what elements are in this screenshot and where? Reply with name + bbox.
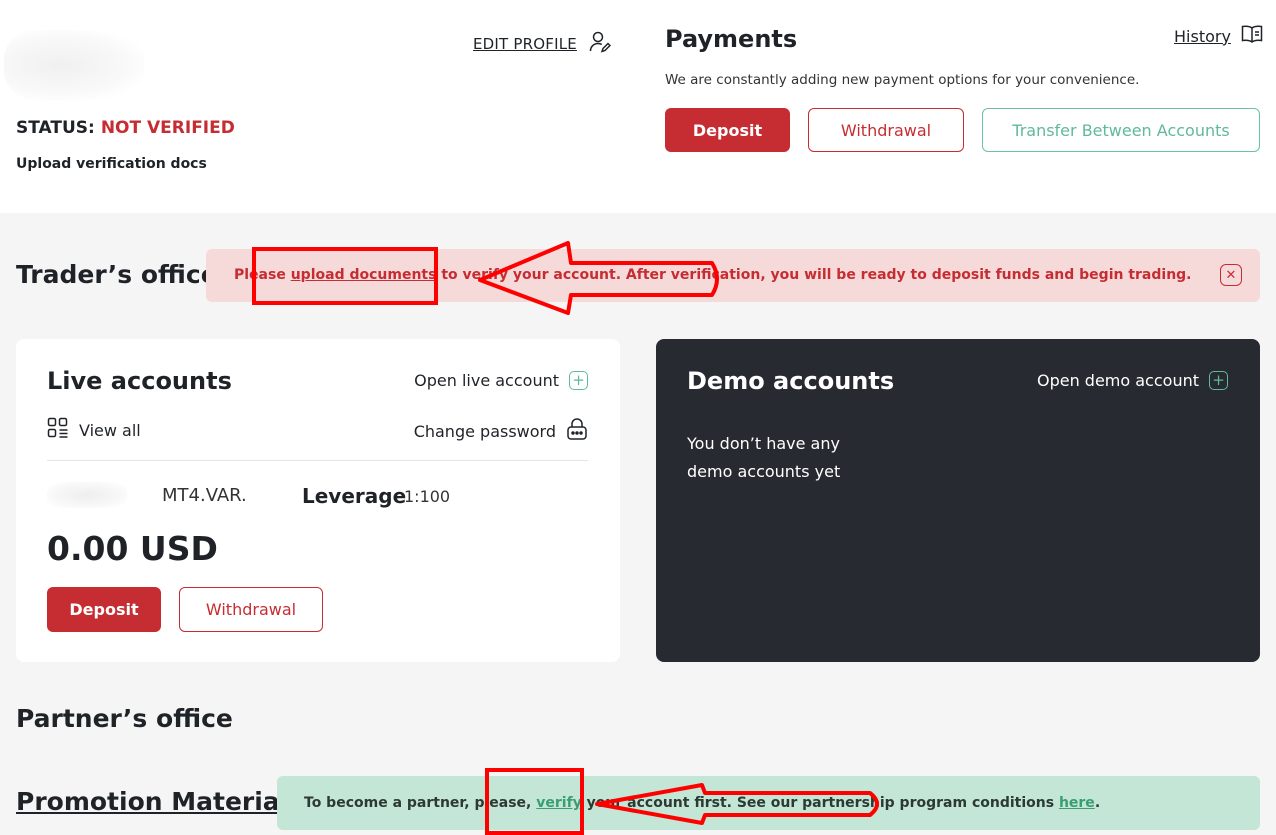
- partners-office-title: Partner’s office: [16, 704, 233, 733]
- partner-notice-text: To become a partner, please, verify your…: [304, 795, 1100, 811]
- payments-title: Payments: [665, 25, 798, 53]
- demo-empty-message: You don’t have any demo accounts yet: [687, 434, 841, 481]
- open-live-account-label[interactable]: Open live account: [414, 371, 559, 390]
- demo-accounts-card: Demo accounts Open demo account + You do…: [656, 339, 1260, 662]
- alert-text-post: to verify your account. After verificati…: [436, 267, 1192, 283]
- change-password-link[interactable]: Change password: [414, 417, 588, 445]
- view-all-link[interactable]: View all: [47, 417, 141, 443]
- open-live-account-link[interactable]: Open live account +: [414, 371, 588, 390]
- verification-status: STATUS: NOT VERIFIED: [16, 118, 235, 138]
- close-icon[interactable]: ✕: [1220, 264, 1242, 286]
- book-icon[interactable]: [1241, 24, 1263, 48]
- alert-text: Please upload documents to verify your a…: [234, 267, 1192, 283]
- payments-deposit-button[interactable]: Deposit: [665, 108, 790, 152]
- demo-accounts-title: Demo accounts: [687, 367, 895, 395]
- upload-verification-docs-link[interactable]: Upload verification docs: [16, 156, 207, 172]
- upload-documents-link[interactable]: upload documents: [291, 267, 437, 283]
- edit-profile-link[interactable]: EDIT PROFILE: [473, 30, 612, 58]
- promotion-materials-link[interactable]: Promotion Materials: [16, 787, 303, 816]
- notice-pre: To become a partner, please,: [304, 795, 537, 811]
- traders-office-title: Trader’s office: [16, 260, 218, 289]
- account-number-blurred: [47, 482, 127, 508]
- grid-icon[interactable]: [47, 417, 69, 443]
- verify-link[interactable]: verify: [536, 795, 582, 811]
- account-type: MT4.VAR.: [162, 485, 247, 506]
- open-demo-account-label[interactable]: Open demo account: [1037, 371, 1199, 390]
- partnership-conditions-link[interactable]: here: [1059, 795, 1095, 811]
- history-label[interactable]: History: [1174, 27, 1231, 46]
- user-edit-icon[interactable]: [589, 30, 612, 58]
- account-balance: 0.00 USD: [47, 529, 218, 568]
- edit-profile-label[interactable]: EDIT PROFILE: [473, 35, 577, 53]
- top-panel: EDIT PROFILE STATUS: NOT VERIFIED Upload …: [0, 0, 1276, 213]
- live-accounts-title: Live accounts: [47, 367, 232, 395]
- notice-end: .: [1094, 795, 1101, 811]
- open-demo-account-link[interactable]: Open demo account +: [1037, 371, 1228, 390]
- payments-subtitle: We are constantly adding new payment opt…: [665, 72, 1140, 88]
- notice-mid: your account first. See our partnership …: [581, 795, 1059, 811]
- partner-notice: To become a partner, please, verify your…: [277, 776, 1260, 830]
- leverage-value: 1:100: [404, 487, 451, 506]
- status-label: STATUS:: [16, 118, 95, 138]
- change-password-label[interactable]: Change password: [414, 422, 556, 441]
- live-accounts-card: Live accounts Open live account + View a…: [16, 339, 620, 662]
- alert-text-pre: Please: [234, 267, 291, 283]
- leverage-label: Leverage: [302, 484, 407, 508]
- plus-icon[interactable]: +: [1209, 371, 1228, 390]
- view-all-label[interactable]: View all: [79, 421, 141, 440]
- status-value: NOT VERIFIED: [100, 118, 235, 138]
- history-link[interactable]: History: [1174, 24, 1263, 48]
- blurred-avatar: [4, 30, 144, 100]
- transfer-between-accounts-button[interactable]: Transfer Between Accounts: [982, 108, 1260, 152]
- verification-alert: Please upload documents to verify your a…: [206, 249, 1260, 302]
- live-deposit-button[interactable]: Deposit: [47, 587, 161, 632]
- plus-icon[interactable]: +: [569, 371, 588, 390]
- live-withdrawal-button[interactable]: Withdrawal: [179, 587, 323, 632]
- lock-icon[interactable]: [566, 417, 588, 445]
- payments-withdrawal-button[interactable]: Withdrawal: [808, 108, 964, 152]
- divider: [47, 460, 588, 461]
